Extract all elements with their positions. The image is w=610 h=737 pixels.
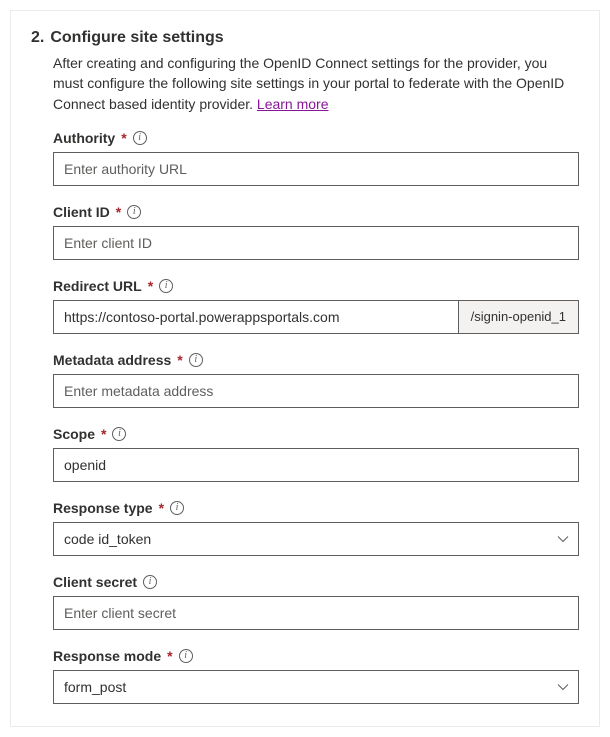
info-icon[interactable]: i <box>127 205 141 219</box>
info-icon[interactable]: i <box>170 501 184 515</box>
redirect-url-label-text: Redirect URL <box>53 278 142 294</box>
client-secret-field: Client secret i <box>53 574 579 630</box>
required-indicator: * <box>177 352 182 368</box>
scope-label-text: Scope <box>53 426 95 442</box>
metadata-field: Metadata address * i <box>53 352 579 408</box>
response-type-field: Response type * i <box>53 500 579 556</box>
redirect-url-input[interactable] <box>53 300 458 334</box>
scope-label: Scope * i <box>53 426 579 442</box>
client-secret-label-text: Client secret <box>53 574 137 590</box>
response-mode-label-text: Response mode <box>53 648 161 664</box>
scope-field: Scope * i <box>53 426 579 482</box>
required-indicator: * <box>101 426 106 442</box>
step-description: After creating and configuring the OpenI… <box>53 53 579 114</box>
client-secret-input[interactable] <box>53 596 579 630</box>
authority-input[interactable] <box>53 152 579 186</box>
info-icon[interactable]: i <box>133 131 147 145</box>
required-indicator: * <box>167 648 172 664</box>
response-mode-label: Response mode * i <box>53 648 579 664</box>
required-indicator: * <box>121 130 126 146</box>
required-indicator: * <box>148 278 153 294</box>
client-id-label-text: Client ID <box>53 204 110 220</box>
client-secret-label: Client secret i <box>53 574 579 590</box>
step-header: 2. Configure site settings <box>31 29 579 47</box>
required-indicator: * <box>159 500 164 516</box>
required-indicator: * <box>116 204 121 220</box>
redirect-url-field: Redirect URL * i /signin-openid_1 <box>53 278 579 334</box>
metadata-input[interactable] <box>53 374 579 408</box>
info-icon[interactable]: i <box>189 353 203 367</box>
info-icon[interactable]: i <box>179 649 193 663</box>
authority-field: Authority * i <box>53 130 579 186</box>
redirect-url-label: Redirect URL * i <box>53 278 579 294</box>
info-icon[interactable]: i <box>112 427 126 441</box>
response-type-label: Response type * i <box>53 500 579 516</box>
step-title: Configure site settings <box>50 29 223 47</box>
response-mode-field: Response mode * i <box>53 648 579 704</box>
info-icon[interactable]: i <box>159 279 173 293</box>
configure-site-settings-card: 2. Configure site settings After creatin… <box>10 10 600 727</box>
client-id-label: Client ID * i <box>53 204 579 220</box>
redirect-url-suffix: /signin-openid_1 <box>458 300 579 334</box>
learn-more-link[interactable]: Learn more <box>257 96 329 112</box>
metadata-label-text: Metadata address <box>53 352 171 368</box>
response-type-select[interactable] <box>53 522 579 556</box>
info-icon[interactable]: i <box>143 575 157 589</box>
authority-label: Authority * i <box>53 130 579 146</box>
step-number: 2. <box>31 29 44 47</box>
scope-input[interactable] <box>53 448 579 482</box>
metadata-label: Metadata address * i <box>53 352 579 368</box>
response-mode-select[interactable] <box>53 670 579 704</box>
authority-label-text: Authority <box>53 130 115 146</box>
response-type-label-text: Response type <box>53 500 153 516</box>
settings-form: Authority * i Client ID * i Redirect URL… <box>53 130 579 704</box>
client-id-field: Client ID * i <box>53 204 579 260</box>
client-id-input[interactable] <box>53 226 579 260</box>
